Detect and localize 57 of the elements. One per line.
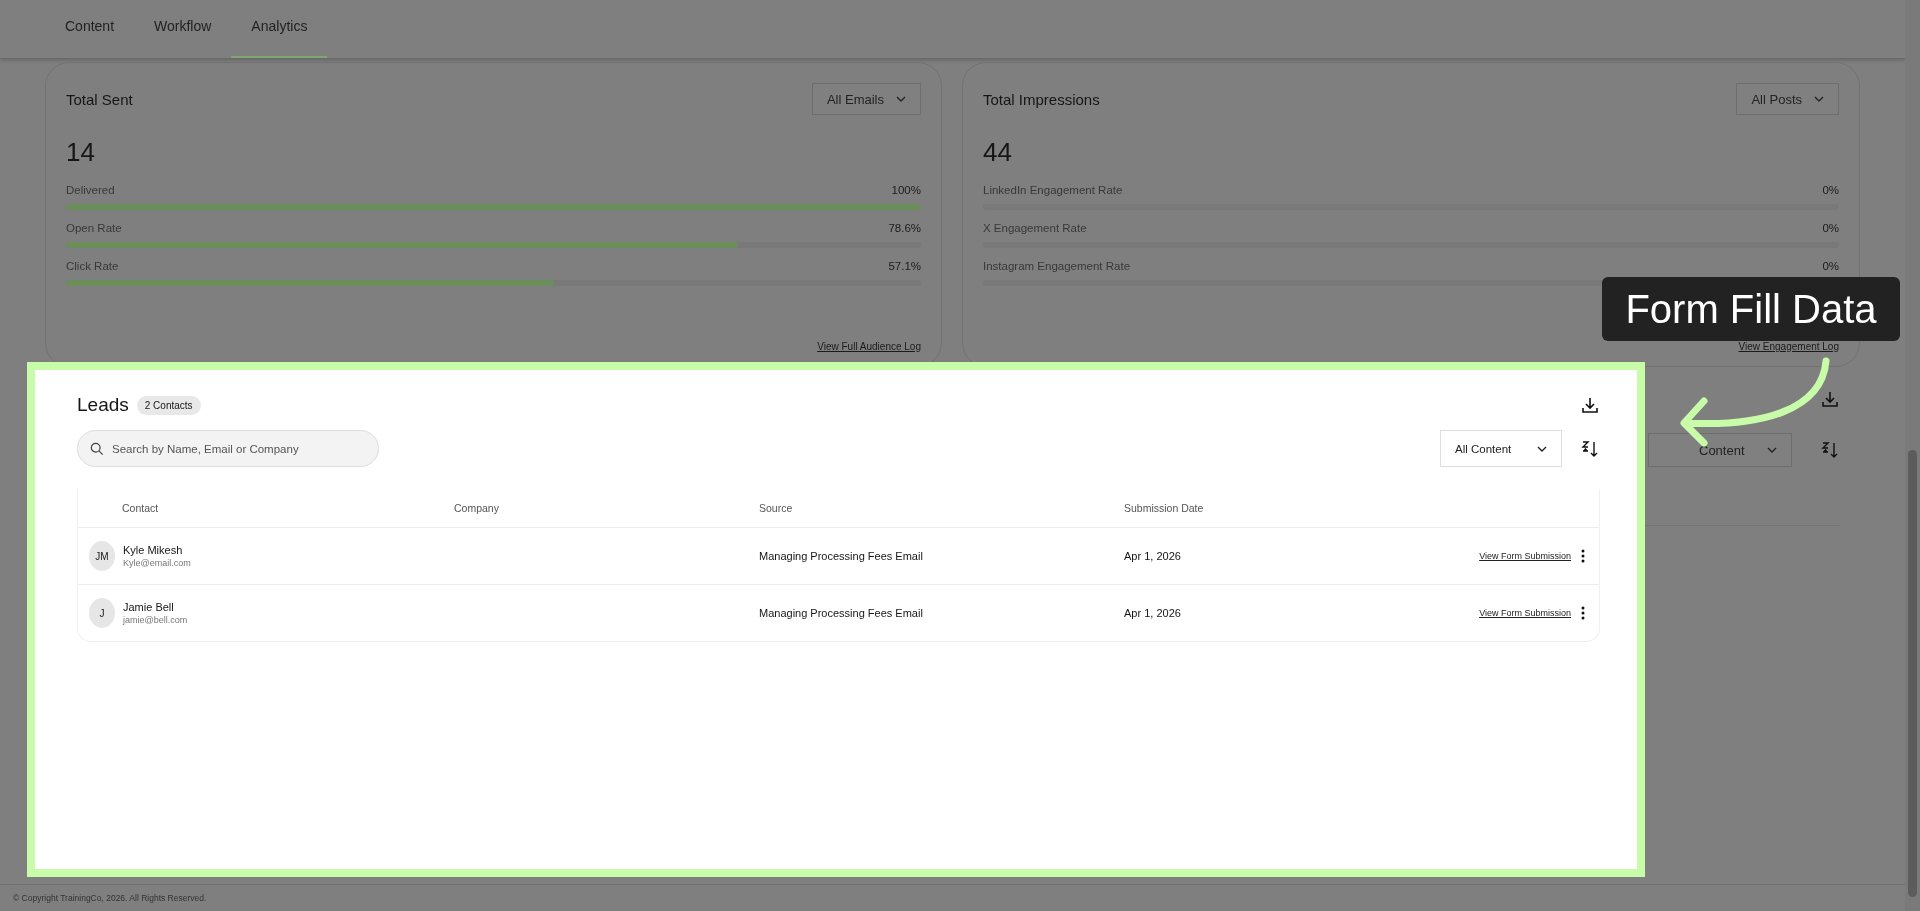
source-cell-text: Managing Processing Fees Email — [759, 607, 924, 619]
search-field[interactable]: Search by Name, Email or Company — [77, 430, 379, 467]
card-title: Total Sent — [66, 90, 133, 108]
scrollbar[interactable] — [1905, 0, 1920, 911]
contact-count-badge: 2 Contacts — [136, 395, 201, 415]
view-submission-link[interactable]: View Form Submission — [1479, 608, 1571, 618]
source-cell-text: Managing Processing Fees Email — [759, 550, 924, 562]
filter-dropdown[interactable]: All Emails — [811, 83, 921, 115]
metric-label: Open Rate — [66, 222, 122, 234]
column-header: Company — [454, 502, 500, 514]
metric-value: 78.6% — [888, 222, 921, 234]
scrollbar-thumb[interactable] — [1908, 450, 1917, 897]
log-link[interactable]: View Engagement Log — [1738, 341, 1839, 352]
metric-value: 0% — [1822, 260, 1839, 272]
column-header: Submission Date — [1124, 502, 1205, 514]
metric-label: Instagram Engagement Rate — [983, 260, 1131, 272]
metric-value: 0% — [1822, 222, 1839, 234]
content-filter-dropdown[interactable]: All Content — [1440, 430, 1562, 467]
contact-name: Kyle Mikesh — [123, 544, 184, 556]
sort-icon[interactable] — [1580, 438, 1600, 459]
metric-label: Delivered — [66, 184, 115, 196]
total-count: 14 — [66, 137, 96, 168]
form-fill-tooltip: Form Fill Data — [1602, 277, 1900, 341]
tab[interactable]: Workflow — [134, 10, 232, 58]
leads-title: Leads — [77, 394, 129, 416]
log-link[interactable]: View Full Audience Log — [817, 341, 921, 352]
metric-label: Click Rate — [66, 260, 119, 272]
metric-value: 0% — [1822, 184, 1839, 196]
filter-dropdown[interactable]: Content — [1648, 433, 1792, 467]
card-title: Total Impressions — [983, 90, 1100, 108]
search-icon — [90, 442, 104, 456]
metric-label: LinkedIn Engagement Rate — [983, 184, 1123, 196]
more-options-icon[interactable] — [1581, 549, 1585, 563]
tab[interactable]: Content — [45, 10, 135, 58]
column-header: Source — [759, 502, 794, 514]
chevron-down-icon — [1537, 445, 1547, 452]
column-header: Contact — [121, 502, 160, 514]
contact-name: Jamie Bell — [123, 601, 175, 613]
metric-value: 100% — [891, 184, 921, 196]
copyright-text: © Copyright TrainingCo, 2026. All Rights Reserved. — [13, 893, 207, 903]
download-icon[interactable] — [1580, 395, 1600, 415]
avatar-initials: JM — [89, 541, 115, 571]
contact-email: Kyle@email.com — [123, 558, 191, 568]
filter-dropdown[interactable]: All Posts — [1736, 83, 1839, 115]
chevron-down-icon — [1767, 447, 1777, 453]
contact-email: jamie@bell.com — [123, 615, 188, 625]
chevron-down-icon — [896, 96, 906, 102]
chevron-down-icon — [1814, 96, 1824, 102]
more-options-icon[interactable] — [1581, 606, 1585, 620]
tab[interactable]: Analytics — [231, 10, 328, 58]
metric-value: 57.1% — [888, 260, 921, 272]
metric-label: X Engagement Rate — [983, 222, 1087, 234]
date-cell-text: Apr 1, 2026 — [1124, 607, 1182, 619]
total-count: 44 — [983, 137, 1013, 168]
date-cell-text: Apr 1, 2026 — [1124, 550, 1182, 562]
view-submission-link[interactable]: View Form Submission — [1479, 551, 1571, 561]
avatar-initials: J — [89, 598, 115, 628]
